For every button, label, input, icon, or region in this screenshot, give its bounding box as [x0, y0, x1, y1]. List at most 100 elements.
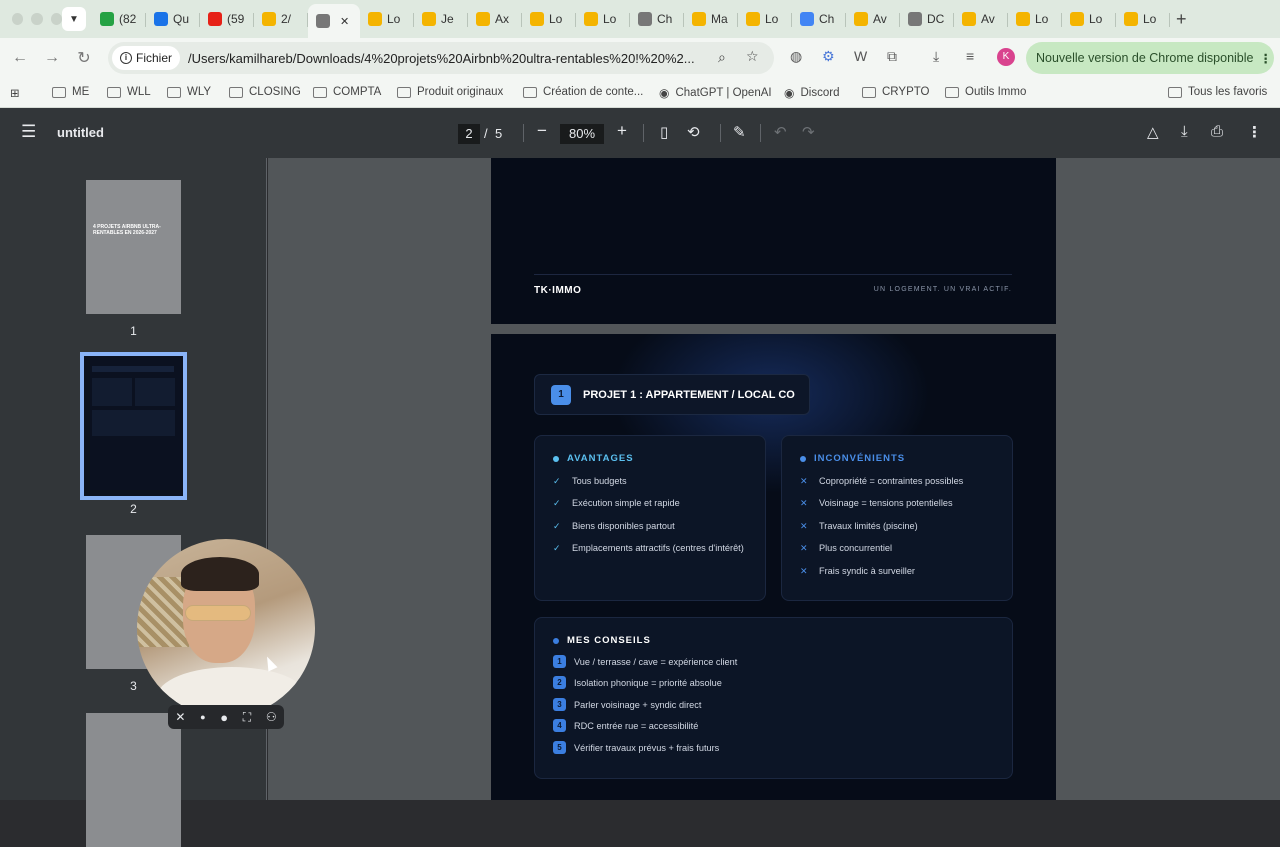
disadvantages-heading: INCONVÉNIENTS: [800, 453, 905, 464]
browser-tab[interactable]: Ma: [684, 4, 738, 34]
extension-cookie-icon[interactable]: ◍: [790, 48, 802, 65]
tab-label: Av: [981, 12, 995, 26]
maximize-window-button[interactable]: [50, 13, 62, 25]
large-size-icon[interactable]: ●: [220, 710, 228, 725]
new-tab-button[interactable]: +: [1176, 9, 1187, 30]
bookmark-item[interactable]: ◉ ChatGPT | OpenAI: [659, 86, 772, 100]
bookmark-item[interactable]: Produit originaux: [397, 86, 503, 98]
zoom-icon[interactable]: ⌕: [718, 49, 726, 66]
google-drive-icon: [476, 12, 490, 26]
browser-tab[interactable]: Lo: [522, 4, 576, 34]
extension-gear-icon[interactable]: ⚙: [822, 48, 835, 65]
folder-icon: [862, 86, 876, 98]
browser-tab[interactable]: Ch: [630, 4, 684, 34]
google-drive-icon: [962, 12, 976, 26]
apps-grid-icon[interactable]: ⊞: [10, 86, 20, 100]
tab-label: Je: [441, 12, 454, 26]
bookmark-item[interactable]: COMPTA: [313, 86, 381, 98]
all-bookmarks-folder[interactable]: Tous les favoris: [1168, 86, 1267, 98]
browser-tab[interactable]: Je: [414, 4, 468, 34]
bookmark-item[interactable]: CLOSING: [229, 86, 301, 98]
browser-tab[interactable]: Qu: [146, 4, 200, 34]
person-icon[interactable]: ⚇: [266, 710, 277, 724]
url-text[interactable]: /Users/kamilhareb/Downloads/4%20projets%…: [188, 51, 718, 66]
browser-tab[interactable]: Lo: [1008, 4, 1062, 34]
rotate-icon[interactable]: ⟲: [687, 123, 700, 141]
minimize-window-button[interactable]: [31, 13, 43, 25]
browser-tab[interactable]: Lo: [738, 4, 792, 34]
profile-avatar[interactable]: K: [997, 48, 1015, 66]
tab-label: Lo: [387, 12, 401, 26]
redo-icon[interactable]: ↷: [802, 123, 815, 141]
extension-w-icon[interactable]: W: [854, 48, 867, 64]
print-icon[interactable]: ⎙: [1211, 123, 1223, 140]
small-size-icon[interactable]: ●: [200, 712, 205, 722]
all-bookmarks-label: Tous les favoris: [1188, 86, 1268, 98]
close-window-button[interactable]: [12, 13, 24, 25]
more-options-icon[interactable]: ⋮: [1247, 123, 1262, 141]
download-icon[interactable]: ⤓: [1181, 123, 1188, 140]
browser-tab[interactable]: (82: [92, 4, 146, 34]
zoom-input[interactable]: 80%: [560, 124, 604, 144]
browser-tab[interactable]: Ch: [792, 4, 846, 34]
browser-tab[interactable]: Lo: [360, 4, 414, 34]
close-icon[interactable]: ✕: [175, 710, 185, 724]
page-number-input[interactable]: 2: [458, 124, 480, 144]
back-button[interactable]: ←: [4, 49, 36, 67]
browser-tab[interactable]: Lo: [576, 4, 630, 34]
zoom-in-icon[interactable]: +: [617, 121, 627, 141]
thumbnail-page-1[interactable]: 4 PROJETS AIRBNB ULTRA-RENTABLES EN 2026…: [86, 180, 181, 314]
chrome-update-button[interactable]: Nouvelle version de Chrome disponible ⋮: [1026, 42, 1274, 74]
bookmark-item[interactable]: CRYPTO: [862, 86, 930, 98]
thumbnail-card: [92, 410, 175, 436]
openai-icon: ◉: [659, 86, 670, 100]
list-item: ✓ Tous budgets: [553, 474, 753, 488]
webcam-bubble[interactable]: [137, 539, 315, 717]
zoom-out-icon[interactable]: −: [537, 121, 547, 141]
bookmark-item[interactable]: ME: [52, 86, 89, 98]
tab-label: Qu: [173, 12, 190, 26]
site-info-chip[interactable]: i Fichier: [112, 46, 181, 70]
page-separator: /: [484, 126, 488, 141]
document-viewport[interactable]: TK·IMMO UN LOGEMENT. UN VRAI ACTIF. 1 PR…: [268, 158, 1280, 800]
bookmark-item[interactable]: WLL: [107, 86, 151, 98]
pdf-title: untitled: [57, 125, 104, 140]
tab-search-button[interactable]: ▼: [62, 7, 86, 31]
annotate-icon[interactable]: ✎: [733, 123, 746, 141]
browser-tab[interactable]: Av: [846, 4, 900, 34]
browser-tab[interactable]: Av: [954, 4, 1008, 34]
browser-tab[interactable]: ✕: [308, 4, 360, 38]
forward-button[interactable]: →: [36, 49, 68, 67]
advantages-heading: AVANTAGES: [553, 453, 634, 464]
extensions-puzzle-icon[interactable]: ⧉: [887, 48, 897, 65]
browser-tab[interactable]: Ax: [468, 4, 522, 34]
whatsapp-icon: [100, 12, 114, 26]
undo-icon[interactable]: ↶: [774, 123, 787, 141]
tips-card: MES CONSEILS 1 Vue / terrasse / cave = ex…: [534, 617, 1013, 779]
close-tab-icon[interactable]: ✕: [340, 15, 349, 28]
bookmark-item[interactable]: ◉ Discord: [784, 86, 839, 100]
tip-text: Isolation phonique = priorité absolue: [574, 678, 722, 689]
browser-tab[interactable]: (59: [200, 4, 254, 34]
menu-icon[interactable]: ☰: [21, 122, 36, 142]
bookmark-star-icon[interactable]: ☆: [746, 48, 759, 65]
browser-tab[interactable]: DC: [900, 4, 954, 34]
bookmark-item[interactable]: Outils Immo: [945, 86, 1026, 98]
bookmark-item[interactable]: WLY: [167, 86, 211, 98]
media-control-icon[interactable]: ≡: [966, 48, 974, 64]
google-drive-icon: [530, 12, 544, 26]
address-bar[interactable]: i Fichier /Users/kamilhareb/Downloads/4%…: [108, 42, 774, 74]
fit-page-icon[interactable]: ▯: [660, 123, 668, 141]
fullscreen-icon[interactable]: ⛶: [243, 710, 251, 725]
browser-tab[interactable]: Lo: [1062, 4, 1116, 34]
bookmark-item[interactable]: Création de conte...: [523, 86, 643, 98]
list-item: ✕ Copropriété = contraintes possibles: [800, 474, 1000, 488]
thumbnail-page-4[interactable]: [86, 713, 181, 847]
downloads-icon[interactable]: ⤓: [933, 48, 939, 65]
bookmark-label: Discord: [800, 87, 840, 99]
browser-tab[interactable]: Lo: [1116, 4, 1170, 34]
browser-tab[interactable]: 2/: [254, 4, 308, 34]
thumbnail-page-2[interactable]: [80, 352, 187, 500]
reload-button[interactable]: ↻: [68, 48, 100, 68]
save-to-drive-icon[interactable]: △: [1147, 123, 1159, 141]
